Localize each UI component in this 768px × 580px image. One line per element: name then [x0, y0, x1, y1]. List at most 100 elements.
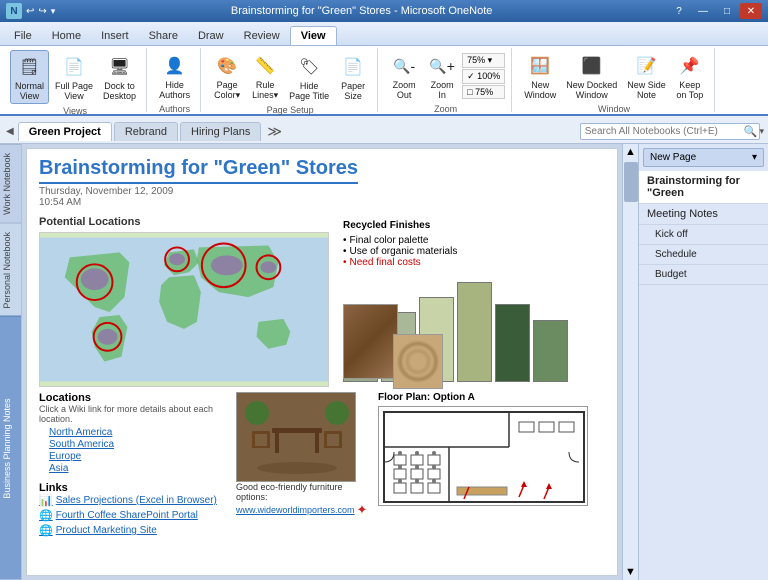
maximize-button[interactable]: □: [716, 3, 738, 19]
tab-share[interactable]: Share: [139, 27, 188, 45]
search-input[interactable]: [580, 123, 760, 140]
tab-rebrand[interactable]: Rebrand: [114, 122, 178, 141]
world-map-svg: [40, 233, 328, 386]
zoom-in-icon: 🔍+: [428, 52, 456, 80]
quick-access-undo[interactable]: ↩: [26, 6, 34, 17]
tab-home[interactable]: Home: [42, 27, 91, 45]
scroll-track: [622, 160, 638, 564]
furniture-url-row: www.wideworldimporters.com ✦: [236, 502, 366, 518]
page-budget[interactable]: Budget: [639, 265, 768, 285]
link-south-america[interactable]: South America: [49, 439, 224, 450]
search-icon[interactable]: 🔍: [744, 125, 758, 138]
zoom-buttons: 🔍- Zoom Out 🔍+ Zoom In 75% ▾ ✓ 100% □ 75…: [386, 50, 505, 102]
locations-sub: Click a Wiki link for more details about…: [39, 404, 224, 424]
ribbon: 🗒 Normal View 📄 Full Page View 🖥 Dock to…: [0, 46, 768, 116]
page-kick-off[interactable]: Kick off: [639, 225, 768, 245]
zoom-75b-option[interactable]: □ 75%: [462, 85, 505, 99]
dock-icon: 🖥: [106, 53, 134, 81]
help-button[interactable]: ?: [668, 3, 690, 19]
page-setup-buttons: 🎨 Page Color▾ 📏 Rule Lines▾ 🏷 Hide Page …: [209, 50, 371, 103]
tab-draw[interactable]: Draw: [188, 27, 234, 45]
note-title: Brainstorming for "Green" Stores: [39, 157, 358, 184]
zoom-levels: 75% ▾ ✓ 100% □ 75%: [462, 53, 505, 99]
rule-lines-button[interactable]: 📏 Rule Lines▾: [247, 50, 283, 103]
onenote-logo: N: [6, 3, 22, 19]
left-sidebar: Work Notebook Personal Notebook Business…: [0, 144, 22, 580]
authors-buttons: 👤 Hide Authors: [155, 50, 194, 102]
page-meeting-notes[interactable]: Meeting Notes: [639, 204, 768, 225]
zoom-75-option[interactable]: 75% ▾: [462, 53, 505, 68]
tab-nav-left[interactable]: ◀: [4, 124, 16, 139]
furniture-svg: [237, 393, 356, 482]
paper-size-button[interactable]: 📄 Paper Size: [335, 51, 371, 103]
tab-view[interactable]: View: [290, 26, 337, 45]
full-page-icon: 📄: [60, 53, 88, 81]
link-sharepoint[interactable]: 🌐 Fourth Coffee SharePoint Portal: [39, 509, 224, 522]
notebook-tab-business[interactable]: Business Planning Notes: [0, 316, 21, 580]
locations-links-section: Locations Click a Wiki link for more det…: [39, 392, 224, 539]
swatch-olive: [457, 282, 492, 382]
right-panel: ▲ ▼: [622, 144, 638, 580]
page-brainstorming[interactable]: Brainstorming for "Green: [639, 171, 768, 204]
link-sales-projections[interactable]: 📊 Sales Projections (Excel in Browser): [39, 494, 224, 507]
page-schedule[interactable]: Schedule: [639, 245, 768, 265]
hide-authors-button[interactable]: 👤 Hide Authors: [155, 50, 194, 102]
floor-plan-svg: [379, 407, 588, 506]
new-side-note-button[interactable]: 📝 New Side Note: [623, 50, 670, 102]
note-content: Brainstorming for "Green" Stores Thursda…: [27, 149, 617, 575]
scroll-down-button[interactable]: ▼: [622, 564, 638, 580]
zoom-out-button[interactable]: 🔍- Zoom Out: [386, 50, 422, 102]
side-note-icon: 📝: [633, 52, 661, 80]
title-bar-left: N ↩ ↪ ▾: [6, 3, 55, 19]
hide-page-title-button[interactable]: 🏷 Hide Page Title: [285, 51, 333, 103]
zoom-out-icon: 🔍-: [390, 52, 418, 80]
notebook-tab-personal[interactable]: Personal Notebook: [0, 223, 21, 317]
excel-icon: 📊: [39, 494, 53, 507]
scroll-up-button[interactable]: ▲: [622, 144, 638, 160]
new-page-button[interactable]: New Page ▾: [643, 148, 764, 167]
new-docked-window-button[interactable]: ⬛ New Docked Window: [562, 50, 621, 102]
floor-plan-image: [378, 406, 588, 506]
furniture-url[interactable]: www.wideworldimporters.com: [236, 505, 355, 515]
window-controls[interactable]: ? — □ ✕: [668, 3, 762, 19]
page-color-button[interactable]: 🎨 Page Color▾: [209, 50, 245, 103]
zoom-in-button[interactable]: 🔍+ Zoom In: [424, 50, 460, 102]
notebook-tab-work[interactable]: Work Notebook: [0, 144, 21, 223]
tab-insert[interactable]: Insert: [91, 27, 139, 45]
recycled-section: Recycled Finishes •Final color palette •…: [339, 216, 605, 388]
page-setup-label: Page Setup: [267, 103, 314, 115]
tab-hiring-plans[interactable]: Hiring Plans: [180, 122, 261, 141]
dock-to-desktop-button[interactable]: 🖥 Dock to Desktop: [99, 51, 140, 103]
recycled-bullets: •Final color palette •Use of organic mat…: [343, 235, 601, 268]
window-title: Brainstorming for "Green" Stores - Micro…: [55, 5, 668, 17]
new-window-button[interactable]: 🪟 New Window: [520, 50, 560, 102]
normal-view-button[interactable]: 🗒 Normal View: [10, 50, 49, 104]
link-north-america[interactable]: North America: [49, 427, 224, 438]
links-section: Links 📊 Sales Projections (Excel in Brow…: [39, 482, 224, 537]
zoom-label: Zoom: [434, 102, 457, 114]
search-dropdown-icon[interactable]: ▾: [759, 126, 764, 137]
page-color-icon: 🎨: [213, 52, 241, 80]
map-container: Potential Locations: [39, 216, 329, 388]
tab-more-icon[interactable]: ≫: [263, 123, 286, 140]
close-button[interactable]: ✕: [740, 3, 762, 19]
full-page-view-button[interactable]: 📄 Full Page View: [51, 51, 97, 103]
ribbon-tabs: File Home Insert Share Draw Review View: [0, 22, 768, 46]
tab-green-project[interactable]: Green Project: [18, 122, 112, 141]
paper-size-icon: 📄: [339, 53, 367, 81]
tab-file[interactable]: File: [4, 27, 42, 45]
ribbon-group-page-setup: 🎨 Page Color▾ 📏 Rule Lines▾ 🏷 Hide Page …: [203, 48, 378, 112]
hide-title-icon: 🏷: [295, 53, 323, 81]
keep-on-top-icon: 📌: [676, 52, 704, 80]
quick-access-redo[interactable]: ↪: [38, 6, 46, 17]
zoom-100-option[interactable]: ✓ 100%: [462, 69, 505, 84]
minimize-button[interactable]: —: [692, 3, 714, 19]
new-page-dropdown-icon[interactable]: ▾: [752, 152, 757, 163]
link-product-marketing[interactable]: 🌐 Product Marketing Site: [39, 524, 224, 537]
keep-on-top-button[interactable]: 📌 Keep on Top: [672, 50, 708, 102]
link-asia[interactable]: Asia: [49, 463, 224, 474]
scroll-thumb[interactable]: [624, 162, 638, 202]
tab-review[interactable]: Review: [234, 27, 290, 45]
rule-lines-icon: 📏: [251, 52, 279, 80]
link-europe[interactable]: Europe: [49, 451, 224, 462]
